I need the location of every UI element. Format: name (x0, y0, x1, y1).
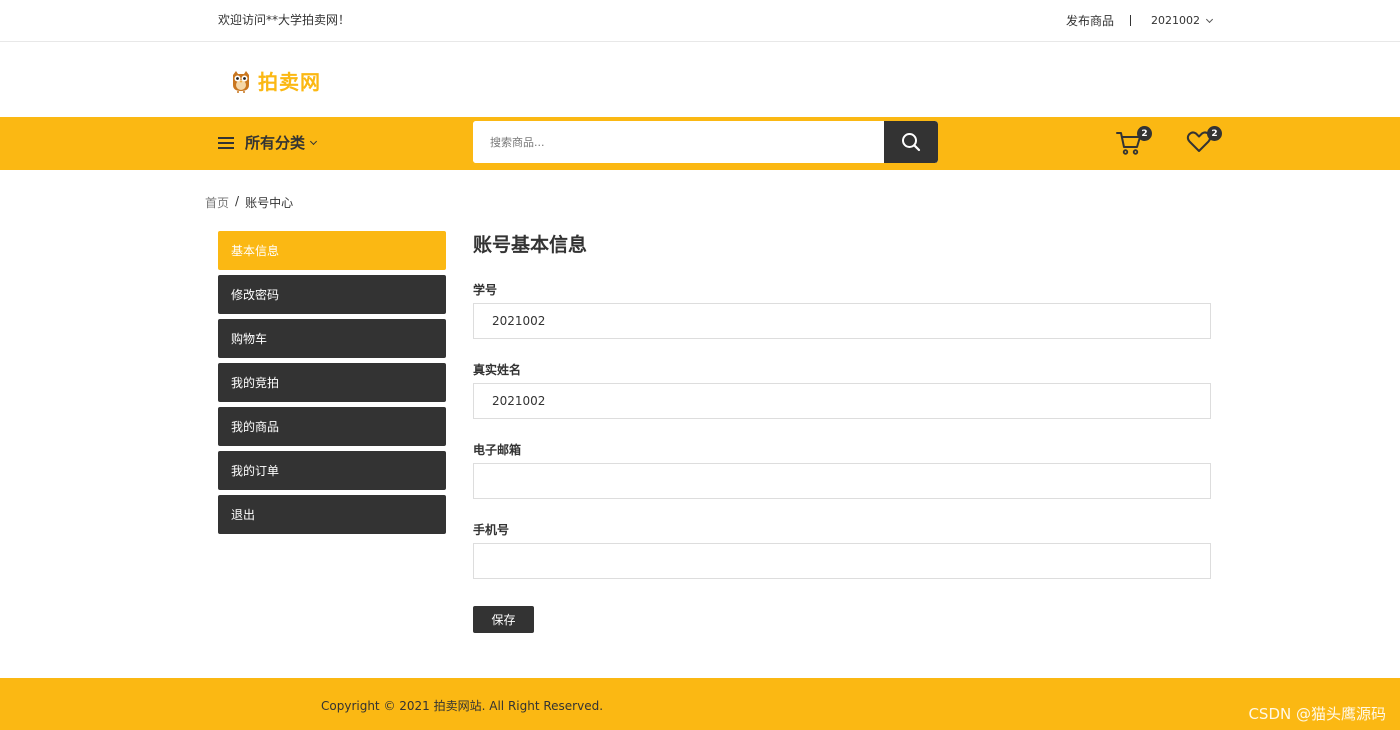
sidebar-item-my-products[interactable]: 我的商品 (218, 407, 446, 446)
account-info-form: 账号基本信息 学号 真实姓名 电子邮箱 手机号 保存 (473, 230, 1211, 633)
email-field[interactable] (473, 463, 1211, 499)
all-categories-button[interactable]: 所有分类 (218, 132, 318, 153)
categories-label: 所有分类 (245, 134, 306, 152)
user-name: 2021002 (1151, 14, 1200, 27)
chevron-down-icon (1205, 15, 1214, 23)
phone-field[interactable] (473, 543, 1211, 579)
wishlist-count-badge: 2 (1207, 126, 1222, 141)
account-sidebar: 基本信息 修改密码 购物车 我的竞拍 我的商品 我的订单 退出 (218, 231, 446, 539)
sidebar-item-basic-info[interactable]: 基本信息 (218, 231, 446, 270)
top-bar: 欢迎访问**大学拍卖网！ 发布商品 2021002 (0, 0, 1400, 42)
page-title: 账号基本信息 (473, 234, 588, 256)
wishlist-button[interactable]: 2 (1186, 126, 1222, 158)
student-id-label: 学号 (473, 283, 498, 297)
site-logo[interactable]: 拍卖网 (230, 66, 321, 95)
student-id-field[interactable] (473, 303, 1211, 339)
main-navbar: 所有分类 2 2 (0, 117, 1400, 170)
search-bar (473, 121, 938, 163)
phone-label: 手机号 (473, 523, 510, 537)
breadcrumb-home-link[interactable]: 首页 (205, 194, 229, 211)
real-name-label: 真实姓名 (473, 363, 522, 377)
breadcrumb: 首页 / 账号中心 (205, 194, 293, 211)
email-label: 电子邮箱 (473, 443, 522, 457)
search-button[interactable] (884, 121, 938, 163)
watermark-text: CSDN @猫头鹰源码 (1248, 705, 1386, 723)
cart-count-badge: 2 (1137, 126, 1152, 141)
copyright-text: Copyright © 2021 拍卖网站. All Right Reserve… (321, 699, 604, 713)
search-input[interactable] (473, 121, 884, 163)
breadcrumb-current: 账号中心 (245, 196, 294, 210)
search-icon (902, 133, 921, 152)
sidebar-item-my-bids[interactable]: 我的竞拍 (218, 363, 446, 402)
welcome-text: 欢迎访问**大学拍卖网！ (218, 13, 351, 27)
cart-button[interactable]: 2 (1116, 126, 1152, 160)
sidebar-item-logout[interactable]: 退出 (218, 495, 446, 534)
logo-text: 拍卖网 (258, 70, 321, 94)
logo-row: 拍卖网 (0, 42, 1400, 117)
top-links: 发布商品 2021002 (1066, 12, 1214, 29)
footer: Copyright © 2021 拍卖网站. All Right Reserve… (0, 678, 1400, 730)
sidebar-item-change-password[interactable]: 修改密码 (218, 275, 446, 314)
owl-logo-icon (233, 70, 249, 93)
publish-product-link[interactable]: 发布商品 (1066, 12, 1114, 29)
sidebar-item-cart[interactable]: 购物车 (218, 319, 446, 358)
menu-icon (218, 136, 234, 149)
save-button[interactable]: 保存 (473, 606, 534, 633)
real-name-field[interactable] (473, 383, 1211, 419)
chevron-down-icon (309, 137, 318, 145)
divider (1130, 15, 1131, 26)
sidebar-item-my-orders[interactable]: 我的订单 (218, 451, 446, 490)
breadcrumb-separator: / (235, 194, 240, 208)
user-menu[interactable]: 2021002 (1151, 14, 1214, 27)
